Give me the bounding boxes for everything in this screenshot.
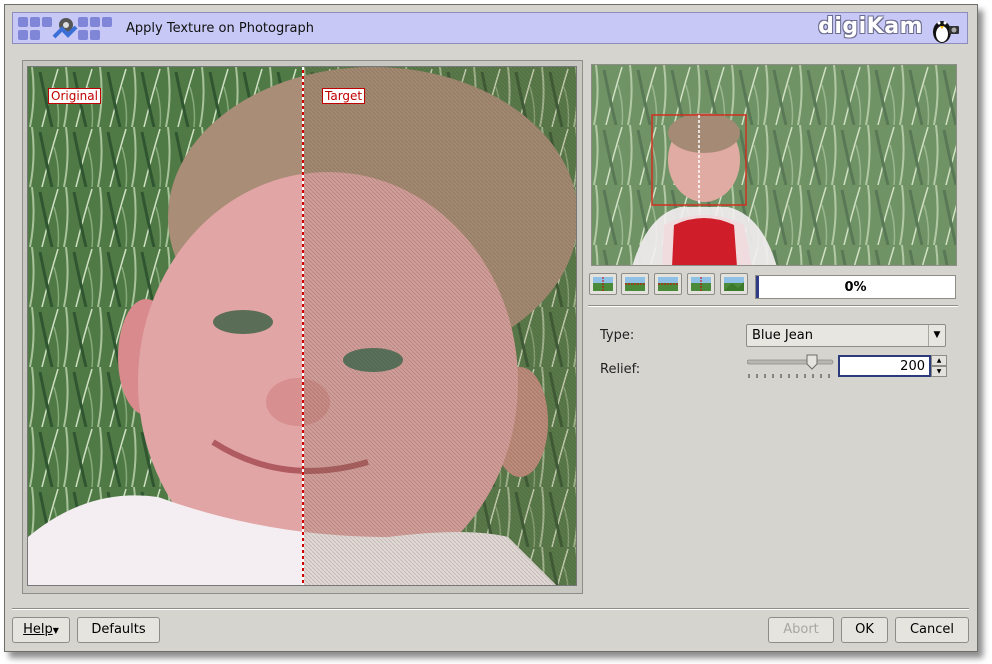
image-preview[interactable]: Original Target [27, 66, 577, 586]
duplicate-vertical-icon [691, 277, 711, 291]
window-title: Apply Texture on Photograph [126, 21, 315, 36]
split-vertical-icon [625, 277, 645, 291]
thumbnail-canvas [592, 65, 956, 265]
bottom-separator [12, 608, 969, 610]
split-horizontal-icon [593, 277, 613, 291]
target-only-button[interactable] [720, 273, 748, 295]
duplicate-horizontal-icon [658, 277, 678, 291]
photo-canvas [28, 67, 576, 585]
dropdown-arrow-icon: ▼ [52, 626, 59, 635]
abort-button[interactable]: Abort [768, 617, 834, 643]
relief-spinbox[interactable]: 200 [838, 355, 931, 377]
defaults-label: Defaults [91, 622, 146, 637]
type-label: Type: [600, 328, 635, 343]
duplicate-vertical-button[interactable] [687, 273, 715, 295]
duplicate-horizontal-button[interactable] [654, 273, 682, 295]
type-value: Blue Jean [752, 328, 813, 343]
relief-label: Relief: [600, 362, 641, 377]
help-label: Help [23, 622, 53, 637]
defaults-button[interactable]: Defaults [77, 617, 160, 643]
relief-slider[interactable] [747, 354, 835, 380]
target-label: Target [322, 88, 366, 104]
chevron-down-icon[interactable]: ▼ [928, 325, 945, 346]
abort-label: Abort [783, 622, 819, 637]
target-preview-icon [724, 277, 744, 291]
ok-button[interactable]: OK [841, 617, 888, 643]
digikam-logo: digiKam [818, 14, 923, 39]
separate-horizontal-button[interactable] [589, 273, 617, 295]
penguin-icon [933, 21, 959, 43]
relief-value: 200 [900, 359, 925, 374]
spin-down-button[interactable]: ▼ [931, 366, 947, 377]
type-combobox[interactable]: Blue Jean ▼ [746, 324, 946, 347]
cancel-label: Cancel [909, 622, 955, 637]
settings-separator [588, 305, 958, 307]
header-banner: Apply Texture on Photograph digiKam [12, 12, 968, 44]
separate-vertical-button[interactable] [621, 273, 649, 295]
relief-spin-buttons: ▲ ▼ [931, 355, 947, 377]
plugin-icon [18, 17, 112, 40]
panner-thumbnail[interactable] [591, 64, 957, 266]
progress-text: 0% [844, 280, 867, 295]
spin-up-button[interactable]: ▲ [931, 355, 947, 366]
help-button[interactable]: Help▼ [12, 617, 70, 643]
original-label: Original [48, 88, 101, 104]
ok-label: OK [855, 622, 874, 637]
progress-bar: 0% [755, 275, 956, 299]
cancel-button[interactable]: Cancel [895, 617, 969, 643]
